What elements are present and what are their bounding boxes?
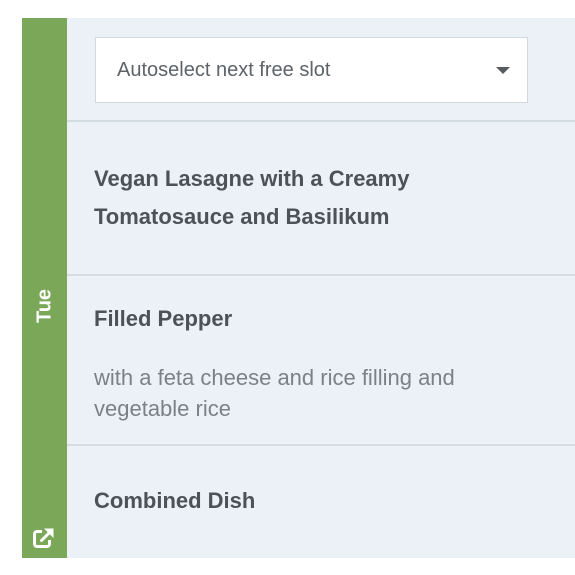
slot-select-value: Autoselect next free slot [117,58,331,81]
day-label: Tue [33,288,55,324]
dish-item[interactable]: Vegan Lasagne with a Creamy Tomatosauce … [67,122,575,276]
slot-area: Autoselect next free slot [67,18,575,122]
slot-select[interactable]: Autoselect next free slot [95,37,528,103]
dish-title: Vegan Lasagne with a Creamy Tomatosauce … [94,166,410,229]
dish-title: Filled Pepper [94,306,233,331]
external-link-icon[interactable] [33,527,55,549]
dish-item[interactable]: Combined Dish [67,446,575,558]
day-content: Autoselect next free slot Vegan Lasagne … [67,18,575,558]
day-menu-panel: Tue Autoselect next free slot Vegan Lasa… [22,18,575,558]
dish-description: with a feta cheese and rice filling and … [94,365,455,421]
day-sidebar: Tue [22,18,67,558]
dish-title: Combined Dish [94,488,256,513]
chevron-down-icon [496,67,510,74]
dish-item[interactable]: Filled Pepper with a feta cheese and ric… [67,276,575,446]
